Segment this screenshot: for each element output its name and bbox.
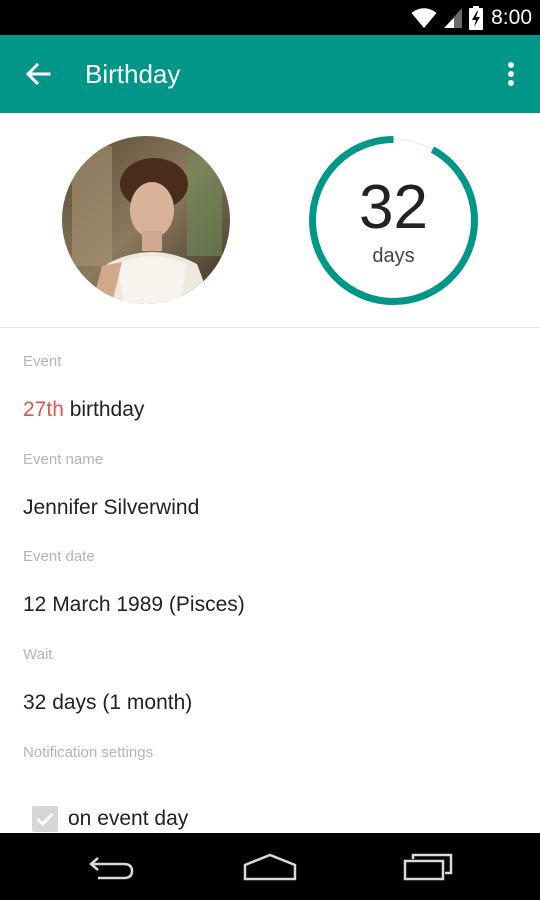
wifi-icon — [411, 7, 437, 28]
nav-back-icon — [89, 856, 134, 879]
overflow-menu-button[interactable] — [496, 56, 526, 92]
arrow-left-icon — [25, 62, 51, 86]
event-value: 27th birthday — [23, 398, 144, 422]
notify-on-event-day-label: on event day — [68, 807, 189, 830]
event-date-value[interactable]: 12 March 1989 (Pisces) — [23, 593, 245, 617]
status-bar: 8:00 — [0, 0, 540, 35]
back-button[interactable] — [18, 56, 58, 92]
countdown-unit: days — [372, 245, 415, 267]
status-time: 8:00 — [491, 5, 532, 29]
event-name-value[interactable]: Jennifer Silverwind — [23, 496, 199, 520]
event-type: birthday — [63, 398, 145, 421]
nav-back-button[interactable] — [67, 833, 157, 900]
avatar[interactable] — [62, 136, 230, 304]
event-header: 32 days — [0, 113, 540, 328]
countdown-number: 32 — [359, 173, 428, 242]
nav-home-icon — [243, 853, 297, 880]
event-ordinal: 27th — [23, 398, 64, 421]
event-name-label: Event name — [23, 451, 104, 468]
nav-recents-icon — [403, 853, 453, 880]
cell-signal-icon — [444, 7, 463, 28]
notification-settings-label: Notification settings — [23, 744, 154, 761]
event-date-label: Event date — [23, 548, 95, 565]
system-nav-bar — [0, 833, 540, 900]
notify-on-event-day-option[interactable]: on event day — [32, 806, 188, 832]
battery-charging-icon — [469, 5, 484, 30]
nav-recents-button[interactable] — [383, 833, 473, 900]
notify-on-event-day-checkbox[interactable] — [32, 806, 58, 832]
wait-value: 32 days (1 month) — [23, 691, 193, 714]
page-title: Birthday — [85, 59, 181, 89]
app-bar: Birthday — [0, 35, 540, 113]
wait-label: Wait — [23, 646, 53, 663]
nav-home-button[interactable] — [225, 833, 315, 900]
more-vert-icon — [508, 62, 514, 86]
checkmark-icon — [36, 812, 54, 826]
event-label: Event — [23, 353, 62, 370]
status-icons: 8:00 — [411, 0, 532, 35]
